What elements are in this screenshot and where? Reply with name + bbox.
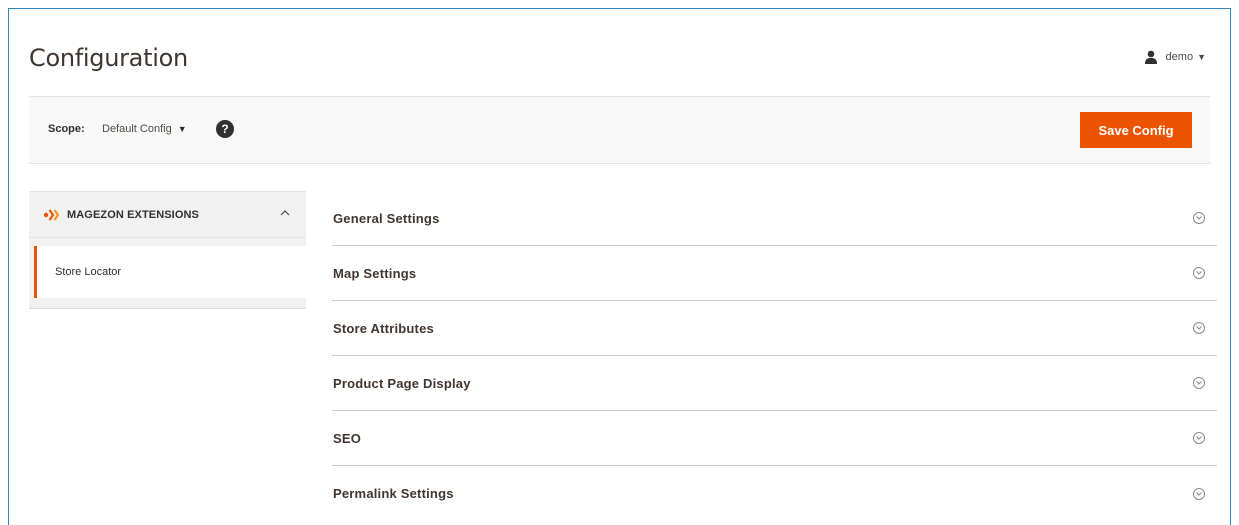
section-store-attributes[interactable]: Store Attributes xyxy=(332,301,1217,356)
config-sections: General Settings Map Settings Store Attr… xyxy=(332,191,1217,521)
section-permalink-settings[interactable]: Permalink Settings xyxy=(332,466,1217,521)
scope-label: Scope: xyxy=(48,123,85,135)
chevron-up-icon[interactable] xyxy=(280,207,290,219)
page-title: Configuration xyxy=(29,44,188,72)
help-icon[interactable]: ? xyxy=(216,120,234,138)
config-sidebar: MAGEZON EXTENSIONS Store Locator xyxy=(29,191,306,309)
section-seo[interactable]: SEO xyxy=(332,411,1217,466)
scope-bar: Scope: Default Config ▼ ? Save Config xyxy=(29,96,1210,164)
save-config-button[interactable]: Save Config xyxy=(1080,112,1192,148)
section-map-settings[interactable]: Map Settings xyxy=(332,246,1217,301)
section-label: Store Attributes xyxy=(333,320,434,336)
section-label: Permalink Settings xyxy=(333,486,454,501)
chevron-down-icon[interactable] xyxy=(1193,322,1205,334)
section-label: Map Settings xyxy=(333,265,417,281)
sidebar-group-magezon[interactable]: MAGEZON EXTENSIONS xyxy=(29,192,306,238)
sidebar-item-label: Store Locator xyxy=(55,266,122,278)
magezon-logo-icon xyxy=(43,208,60,221)
user-icon xyxy=(1144,50,1157,64)
chevron-down-icon: ▼ xyxy=(177,124,187,134)
section-label: General Settings xyxy=(333,210,440,226)
scope-switcher[interactable]: Default Config ▼ xyxy=(102,123,187,135)
user-name: demo xyxy=(1165,51,1194,63)
section-label: Product Page Display xyxy=(333,375,471,391)
section-general-settings[interactable]: General Settings xyxy=(332,191,1217,246)
chevron-down-icon[interactable] xyxy=(1193,212,1205,224)
chevron-down-icon: ▼ xyxy=(1197,52,1206,62)
chevron-down-icon[interactable] xyxy=(1193,377,1205,389)
section-product-page-display[interactable]: Product Page Display xyxy=(332,356,1217,411)
user-menu[interactable]: demo ▼ xyxy=(1144,50,1206,64)
section-label: SEO xyxy=(333,430,362,446)
sidebar-group-title: MAGEZON EXTENSIONS xyxy=(67,208,199,221)
chevron-down-icon[interactable] xyxy=(1193,267,1205,279)
chevron-down-icon[interactable] xyxy=(1193,487,1205,500)
page-frame: Configuration demo ▼ Scope: Default Conf… xyxy=(8,8,1231,525)
chevron-down-icon[interactable] xyxy=(1193,432,1205,444)
sidebar-item-store-locator[interactable]: Store Locator xyxy=(34,246,306,298)
scope-value: Default Config xyxy=(102,123,172,135)
